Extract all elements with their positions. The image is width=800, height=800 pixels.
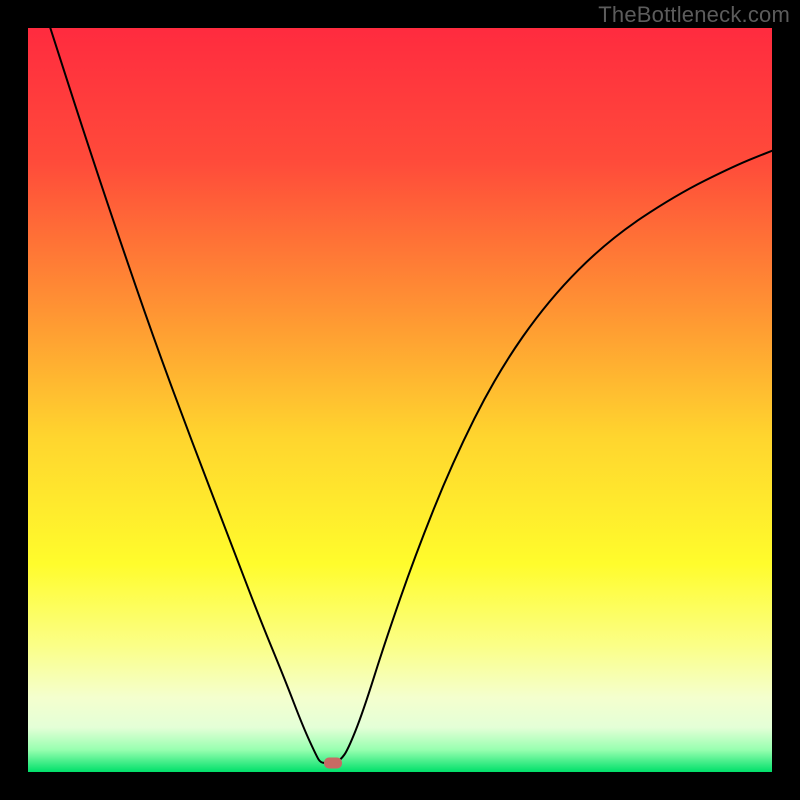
optimal-point-marker: [324, 758, 342, 769]
chart-frame: TheBottleneck.com: [0, 0, 800, 800]
bottleneck-curve: [28, 28, 772, 772]
plot-area: [28, 28, 772, 772]
watermark-text: TheBottleneck.com: [598, 2, 790, 28]
